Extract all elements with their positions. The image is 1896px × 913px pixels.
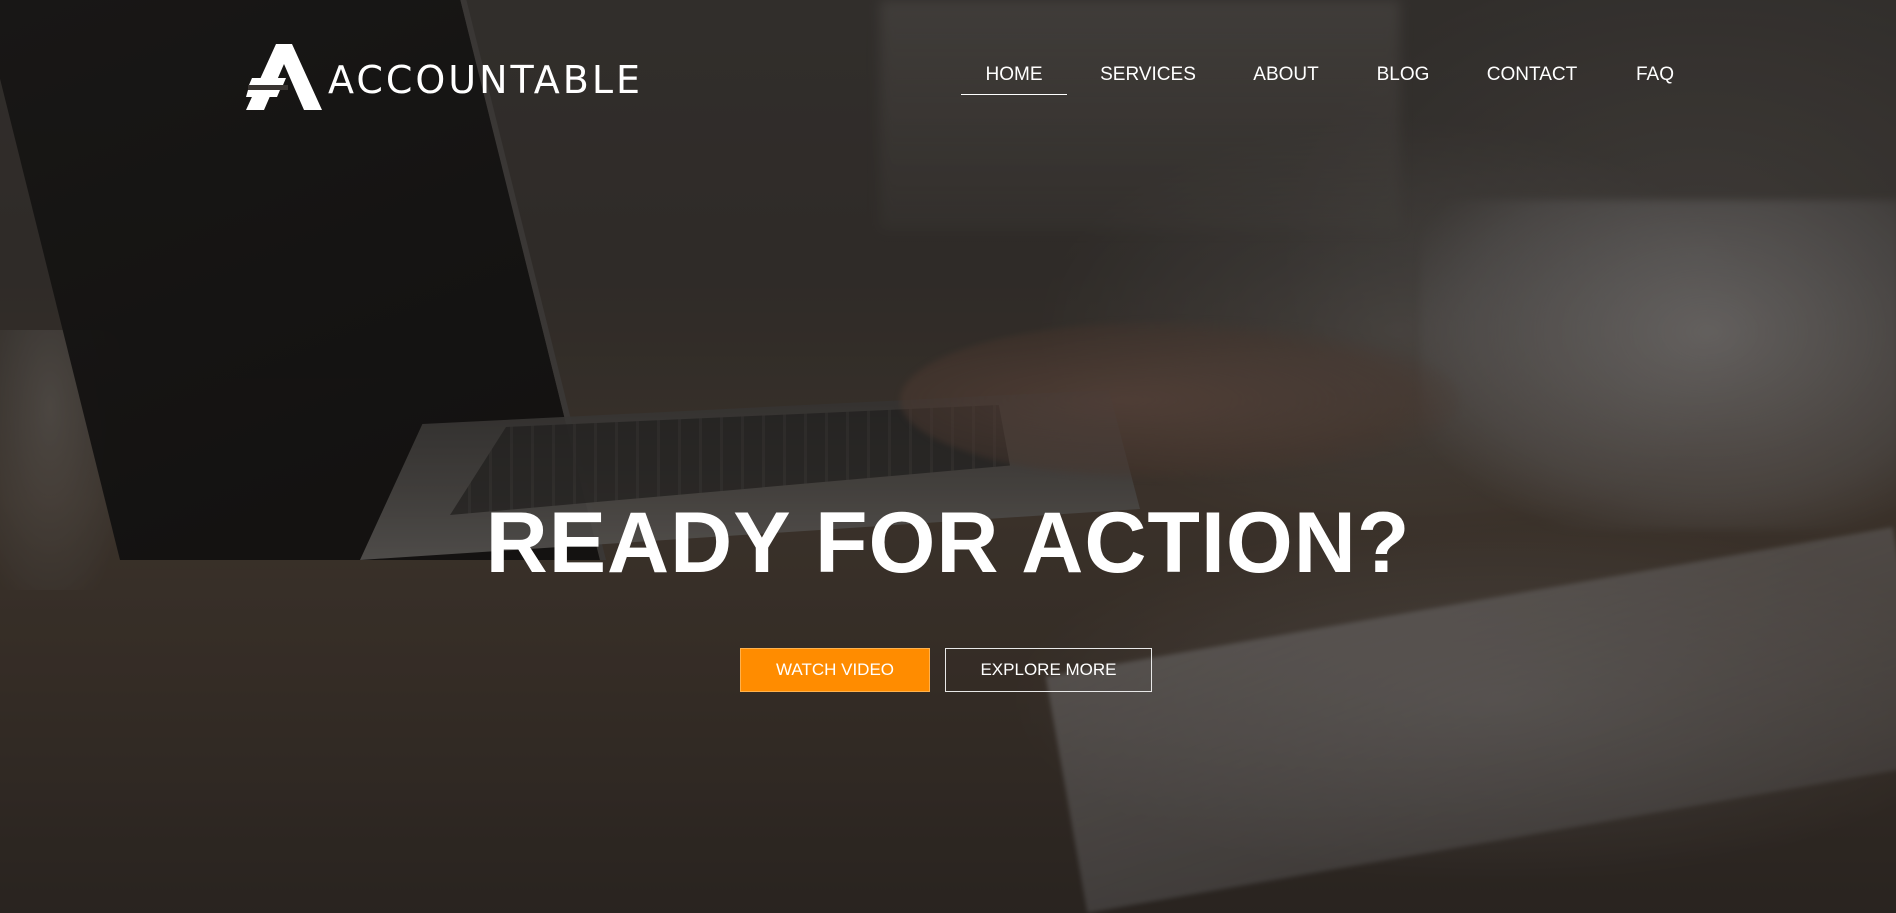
main-navigation: HOME SERVICES ABOUT BLOG CONTACT FAQ: [0, 64, 1896, 100]
nav-item-contact[interactable]: CONTACT: [1486, 64, 1578, 94]
nav-item-blog[interactable]: BLOG: [1375, 64, 1431, 94]
hero-headline: READY FOR ACTION?: [485, 495, 1411, 591]
hero-section: ACCOUNTABLE HOME SERVICES ABOUT BLOG CON…: [0, 0, 1896, 913]
nav-item-faq[interactable]: FAQ: [1634, 64, 1676, 94]
nav-item-about[interactable]: ABOUT: [1252, 64, 1320, 94]
nav-item-home[interactable]: HOME: [961, 64, 1067, 95]
site-header: ACCOUNTABLE HOME SERVICES ABOUT BLOG CON…: [0, 0, 1896, 160]
nav-item-services[interactable]: SERVICES: [1100, 64, 1196, 94]
watch-video-button[interactable]: WATCH VIDEO: [740, 648, 930, 692]
explore-more-button[interactable]: EXPLORE MORE: [945, 648, 1152, 692]
